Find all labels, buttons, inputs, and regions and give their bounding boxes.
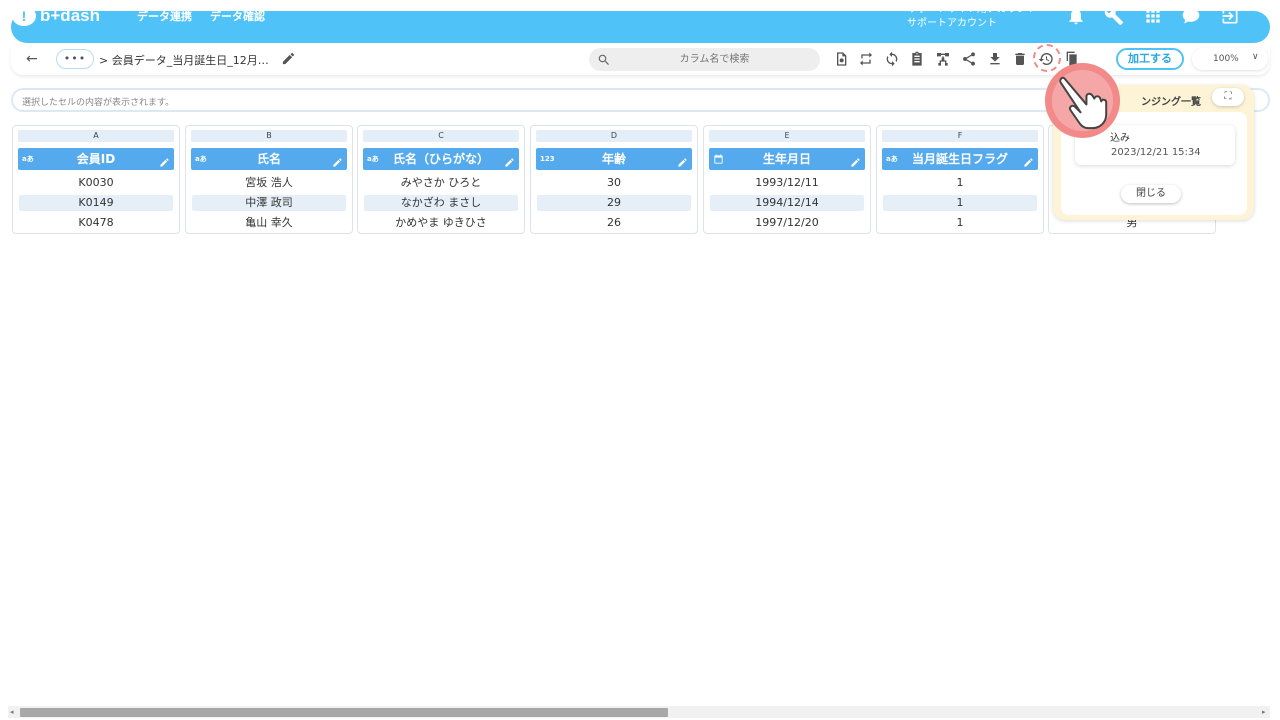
history-item-time: 2023/12/21 15:34 (1111, 147, 1201, 158)
column-name: 会員ID (76, 152, 116, 166)
expand-icon[interactable]: ⛶ (1212, 88, 1244, 106)
text-type-icon: aあ (22, 155, 34, 163)
column-name: 生年月日 (762, 152, 811, 166)
column-d: D 123 年齢 30 29 26 (530, 125, 698, 234)
column-edit-pencil-icon[interactable] (159, 153, 170, 167)
search-input[interactable] (617, 50, 812, 69)
column-edit-pencil-icon[interactable] (1023, 153, 1034, 167)
clipboard-icon[interactable] (908, 50, 926, 68)
column-e: E 生年月日 1993/12/11 1994/12/14 1997/12/20 (703, 125, 871, 234)
column-name: 当月誕生日フラグ (911, 152, 1008, 166)
download-icon[interactable] (986, 50, 1004, 68)
process-button[interactable]: 加工する (1116, 48, 1184, 70)
account-info[interactable]: サポートサイト用アカウント サポートアカウント (907, 3, 1037, 31)
column-edit-pencil-icon[interactable] (677, 153, 688, 167)
share-icon[interactable] (960, 50, 978, 68)
column-header[interactable]: 生年月日 (709, 148, 865, 170)
table-cell[interactable]: 1997/12/20 (710, 215, 864, 231)
table-cell[interactable]: 中澤 政司 (192, 195, 346, 211)
column-letter[interactable]: E (709, 130, 865, 142)
column-f: Faあ 当月誕生日フラグ 1 1 1 (876, 125, 1044, 234)
hand-pointer-icon (1043, 61, 1122, 140)
trash-icon[interactable] (1011, 50, 1029, 68)
table-cell[interactable]: 1 (883, 195, 1037, 211)
edit-name-pencil-icon[interactable] (281, 51, 296, 66)
column-edit-pencil-icon[interactable] (332, 153, 343, 167)
wrench-icon[interactable] (1103, 5, 1125, 27)
text-type-icon: aあ (886, 155, 898, 163)
popup-title: ンジング一覧 (1141, 97, 1201, 108)
zoom-select[interactable]: 100% ∨ (1192, 48, 1268, 70)
hierarchy-icon[interactable] (934, 50, 952, 68)
nav-data-link[interactable]: データ連携 (137, 8, 192, 24)
account-line-1: サポートサイト用アカウント (907, 4, 1037, 15)
table-cell[interactable]: 亀山 幸久 (192, 215, 346, 231)
swap-icon[interactable] (857, 50, 875, 68)
scroll-right-icon[interactable]: ▸ (1262, 708, 1266, 716)
column-edit-pencil-icon[interactable] (504, 153, 515, 167)
table-cell[interactable]: 26 (537, 215, 691, 231)
scrollbar-thumb[interactable] (20, 708, 668, 717)
column-letter[interactable]: A (18, 130, 174, 142)
column-header[interactable]: aあ 氏名 (191, 148, 347, 170)
table-cell[interactable]: みやさか ひろと (364, 175, 518, 191)
column-name: 氏名 (256, 152, 281, 166)
column-letter[interactable]: C (363, 130, 519, 142)
breadcrumb-more-button[interactable]: ••• (56, 49, 94, 69)
cell-content-placeholder: 選択したセルの内容が表示されます。 (22, 98, 175, 108)
support-chat-icon[interactable] (1180, 5, 1202, 27)
column-header[interactable]: 123 年齢 (536, 148, 692, 170)
table-cell[interactable]: 1994/12/14 (710, 195, 864, 211)
column-name: 氏名（ひらがな） (392, 152, 489, 166)
column-b: Baあ 氏名宮坂 浩人中澤 政司亀山 幸久 (185, 125, 353, 234)
column-a: Aaあ 会員ID K0030 K0149 K0478 (12, 125, 180, 234)
column-edit-pencil-icon[interactable] (850, 153, 861, 167)
table-cell[interactable]: 宮坂 浩人 (192, 175, 346, 191)
logo-text: b+dash (40, 6, 100, 25)
zoom-value: 100% (1213, 54, 1239, 64)
table-cell[interactable]: K0149 (19, 195, 173, 211)
number-type-icon: 123 (540, 155, 555, 163)
search-icon (597, 52, 611, 66)
column-header[interactable]: aあ 当月誕生日フラグ (882, 148, 1038, 170)
column-search (589, 48, 820, 71)
column-name: 年齢 (601, 152, 626, 166)
text-type-icon: aあ (195, 155, 207, 163)
logo[interactable]: ! b+dash (12, 5, 100, 27)
column-letter[interactable]: D (536, 130, 692, 142)
close-button[interactable]: 閉じる (1121, 185, 1181, 203)
table-cell[interactable]: K0030 (19, 175, 173, 191)
calendar-type-icon (713, 148, 724, 170)
settings-file-icon[interactable] (832, 50, 850, 68)
column-header[interactable]: aあ 会員ID (18, 148, 174, 170)
table-cell[interactable]: 1 (883, 215, 1037, 231)
bell-icon[interactable] (1065, 5, 1087, 27)
column-header[interactable]: aあ 氏名（ひらがな） (363, 148, 519, 170)
column-letter[interactable]: B (191, 130, 347, 142)
table-cell[interactable]: 29 (537, 195, 691, 211)
table-cell[interactable]: かめやま ゆきひさ (364, 215, 518, 231)
column-letter[interactable]: F (882, 130, 1038, 142)
text-type-icon: aあ (367, 155, 379, 163)
apps-grid-icon[interactable] (1142, 5, 1164, 27)
scroll-left-icon[interactable]: ◂ (10, 708, 14, 716)
table-cell[interactable]: K0478 (19, 215, 173, 231)
chevron-down-icon: ∨ (1252, 52, 1259, 62)
breadcrumb: > 会員データ_当月誕生日_12月… (99, 54, 269, 67)
table-cell[interactable]: 30 (537, 175, 691, 191)
table-cell[interactable]: なかざわ まさし (364, 195, 518, 211)
logo-bubble-icon: ! (12, 6, 36, 26)
table-cell[interactable]: 1 (883, 175, 1037, 191)
account-line-2: サポートアカウント (907, 18, 997, 29)
nav-data-check[interactable]: データ確認 (210, 8, 265, 24)
refresh-icon[interactable] (883, 50, 901, 68)
table-cell[interactable]: 1993/12/11 (710, 175, 864, 191)
logout-icon[interactable] (1219, 5, 1241, 27)
column-c: Caあ 氏名（ひらがな） みやさか ひろと なかざわ まさし かめやま ゆきひさ (357, 125, 525, 234)
back-arrow-icon[interactable]: ← (26, 51, 38, 67)
